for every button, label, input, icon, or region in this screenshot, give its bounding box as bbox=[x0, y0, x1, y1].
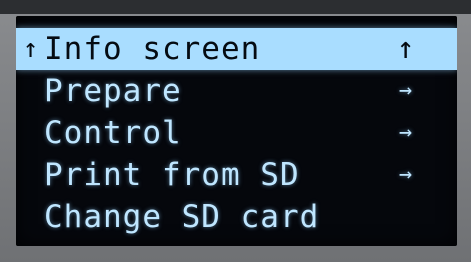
menu-item-label: Control bbox=[44, 115, 182, 151]
menu-item-print-from-sd[interactable]: Print from SD → bbox=[16, 154, 457, 196]
menu-item-label: Print from SD bbox=[44, 157, 300, 193]
up-arrow-icon: ↑ bbox=[396, 31, 416, 66]
bezel-top bbox=[0, 0, 471, 14]
menu-item-label: Change SD card bbox=[44, 199, 320, 235]
menu-item-change-sd-card[interactable]: Change SD card bbox=[16, 196, 457, 238]
submenu-arrow-icon: → bbox=[398, 78, 414, 103]
submenu-arrow-icon: → bbox=[398, 120, 414, 145]
lcd-screen: ↑ Info screen ↑ Prepare → Control → Prin… bbox=[16, 16, 457, 246]
printer-frame: ↑ Info screen ↑ Prepare → Control → Prin… bbox=[0, 0, 471, 262]
menu-item-label: Info screen bbox=[44, 31, 261, 67]
menu-item-info-screen[interactable]: ↑ Info screen ↑ bbox=[16, 28, 457, 70]
main-menu: ↑ Info screen ↑ Prepare → Control → Prin… bbox=[16, 28, 457, 238]
menu-item-label: Prepare bbox=[44, 73, 182, 109]
menu-item-control[interactable]: Control → bbox=[16, 112, 457, 154]
back-up-arrow-icon: ↑ bbox=[22, 34, 40, 64]
submenu-arrow-icon: → bbox=[398, 162, 414, 187]
menu-item-prepare[interactable]: Prepare → bbox=[16, 70, 457, 112]
